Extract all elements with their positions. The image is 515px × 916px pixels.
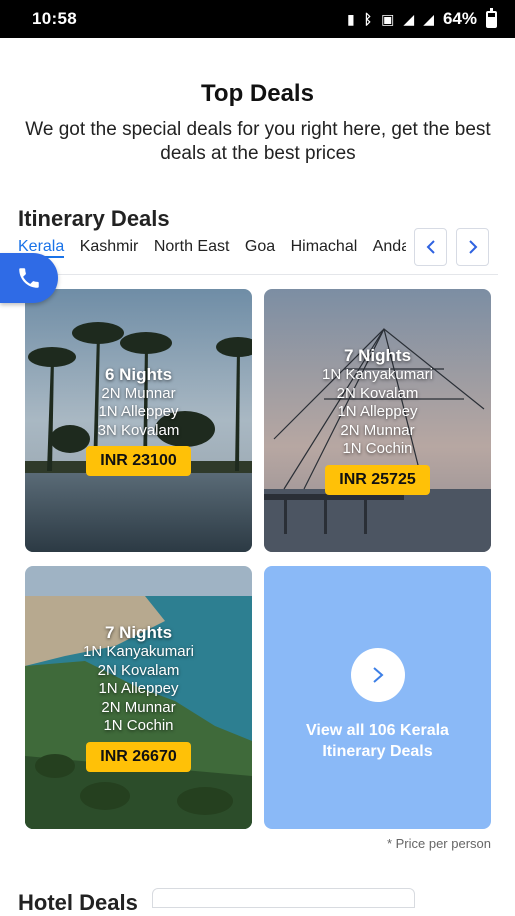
bluetooth-icon: ᛒ — [363, 11, 373, 27]
4g-signal-icon: ◢ — [403, 10, 415, 27]
status-time: 10:58 — [32, 9, 77, 28]
tab-kashmir[interactable]: Kashmir — [80, 238, 139, 256]
hotel-search-box[interactable] — [152, 888, 415, 908]
chevron-right-icon — [468, 240, 477, 254]
phone-icon — [19, 268, 39, 288]
hotel-section-title: Hotel Deals — [18, 890, 138, 915]
card-nights: 6 Nights — [104, 364, 173, 384]
card-stop: 2N Munnar — [101, 698, 176, 716]
price-badge: INR 23100 — [86, 446, 191, 477]
card-stop: 2N Munnar — [101, 384, 176, 402]
page-title: Top Deals — [201, 80, 314, 107]
tab-goa[interactable]: Goa — [245, 238, 275, 256]
destination-tabs: Kerala Kashmir North East Goa Himachal A… — [18, 238, 406, 260]
card-stop: 2N Kovalam — [336, 384, 419, 402]
price-note: * Price per person — [386, 836, 491, 851]
card-stop: 2N Munnar — [340, 421, 415, 439]
itinerary-card[interactable]: 6 Nights 2N Munnar 1N Alleppey 3N Kovala… — [25, 289, 252, 552]
itinerary-card[interactable]: 7 Nights 1N Kanyakumari 2N Kovalam 1N Al… — [264, 289, 491, 552]
card-stop: 1N Cochin — [342, 440, 413, 458]
card-nights: 7 Nights — [343, 346, 412, 366]
itinerary-card-details: 6 Nights 2N Munnar 1N Alleppey 3N Kovala… — [25, 289, 252, 552]
tab-himachal[interactable]: Himachal — [291, 238, 358, 256]
itinerary-card[interactable]: 7 Nights 1N Kanyakumari 2N Kovalam 1N Al… — [25, 566, 252, 829]
page-subtitle: We got the special deals for you right h… — [25, 119, 491, 164]
card-stop: 3N Kovalam — [97, 421, 180, 439]
tab-andaman[interactable]: Anda — [373, 238, 406, 256]
card-nights: 7 Nights — [104, 623, 173, 643]
card-stop: 1N Kanyakumari — [83, 643, 194, 661]
itinerary-card-details: 7 Nights 1N Kanyakumari 2N Kovalam 1N Al… — [25, 566, 252, 829]
signal-icon: ◢ — [423, 10, 434, 27]
chevron-left-icon — [426, 240, 435, 254]
view-all-label: View all 106 Kerala Itinerary Deals — [306, 721, 449, 760]
price-badge: INR 26670 — [86, 741, 191, 772]
itinerary-card-details: 7 Nights 1N Kanyakumari 2N Kovalam 1N Al… — [264, 289, 491, 552]
status-icons: ▮ ᛒ ▣ ◢ ◢ 64% — [347, 7, 497, 29]
card-stop: 1N Kanyakumari — [322, 366, 433, 384]
vibrate-icon: ▮ — [347, 10, 355, 27]
tabs-next-button[interactable] — [456, 228, 489, 266]
chevron-right-icon — [372, 666, 384, 683]
battery-percent: 64% — [442, 9, 477, 28]
card-stop: 1N Alleppey — [98, 403, 179, 421]
tab-north-east[interactable]: North East — [154, 238, 230, 256]
status-bar: 10:58 ▮ ᛒ ▣ ◢ ◢ 64% — [0, 0, 515, 38]
battery-icon — [486, 7, 497, 28]
tabs-prev-button[interactable] — [414, 228, 447, 266]
nfc-icon: ▣ — [381, 10, 395, 27]
price-badge: INR 25725 — [325, 464, 430, 495]
card-stop: 2N Kovalam — [97, 661, 180, 679]
card-stop: 1N Alleppey — [98, 680, 179, 698]
card-stop: 1N Alleppey — [337, 403, 418, 421]
call-button[interactable] — [0, 253, 58, 303]
view-all-card[interactable]: View all 106 Kerala Itinerary Deals — [264, 566, 491, 829]
tabs-divider — [18, 274, 498, 275]
view-all-button[interactable] — [350, 647, 405, 702]
card-stop: 1N Cochin — [103, 717, 174, 735]
itinerary-section-title: Itinerary Deals — [18, 206, 170, 231]
